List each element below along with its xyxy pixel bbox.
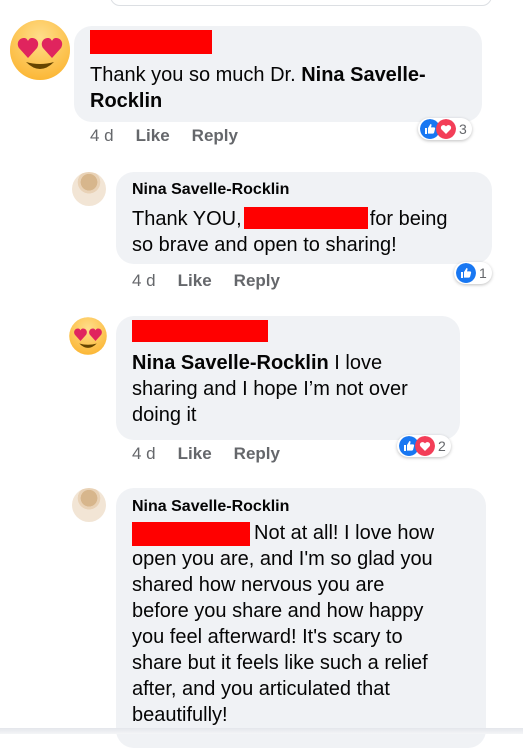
- comment-actions: 4 d Like Reply: [132, 444, 280, 464]
- composer-bar-edge: [0, 728, 523, 734]
- reaction-count: 3: [459, 121, 467, 137]
- like-button[interactable]: Like: [136, 126, 170, 146]
- reply-button[interactable]: Reply: [192, 126, 238, 146]
- like-reaction-icon: [456, 263, 476, 283]
- comment-text: Not at all! I love how open you are, and…: [132, 522, 435, 726]
- comment-actions: 4 d Like Reply: [132, 271, 280, 291]
- avatar[interactable]: [72, 172, 106, 206]
- comment-timestamp: 4 d: [132, 271, 156, 290]
- redacted-author-name: [90, 30, 212, 54]
- like-button[interactable]: Like: [178, 271, 212, 291]
- reply-button[interactable]: Reply: [234, 444, 280, 464]
- comment-author[interactable]: Nina Savelle-Rocklin: [132, 181, 289, 199]
- previous-comment-bubble-edge: [110, 0, 492, 6]
- heart-eyes-emoji-icon[interactable]: [68, 316, 108, 356]
- comment-author[interactable]: Nina Savelle-Rocklin: [132, 498, 289, 516]
- reply-button[interactable]: Reply: [234, 271, 280, 291]
- avatar[interactable]: [72, 488, 106, 522]
- like-button[interactable]: Like: [178, 444, 212, 464]
- comment-timestamp: 4 d: [132, 444, 156, 463]
- redacted-mention: [243, 207, 368, 229]
- comment-actions: 4 d Like Reply: [90, 126, 238, 146]
- reaction-summary[interactable]: 2: [397, 435, 451, 457]
- comment-timestamp: 4 d: [90, 126, 114, 145]
- reaction-count: 2: [438, 438, 446, 454]
- heart-eyes-emoji-icon[interactable]: [8, 18, 72, 82]
- comment-text: Nina Savelle-Rocklin I love sharing and I…: [132, 352, 408, 426]
- reaction-summary[interactable]: 1: [454, 262, 492, 284]
- reaction-summary[interactable]: 3: [418, 118, 472, 140]
- comment-text: Thank you so much Dr. Nina Savelle- Rockl…: [90, 64, 426, 112]
- reaction-count: 1: [479, 265, 487, 281]
- love-reaction-icon: [415, 436, 435, 456]
- redacted-author-name: [132, 320, 268, 342]
- comment-text: Thank YOU, for being so brave and open to …: [132, 207, 448, 256]
- love-reaction-icon: [436, 119, 456, 139]
